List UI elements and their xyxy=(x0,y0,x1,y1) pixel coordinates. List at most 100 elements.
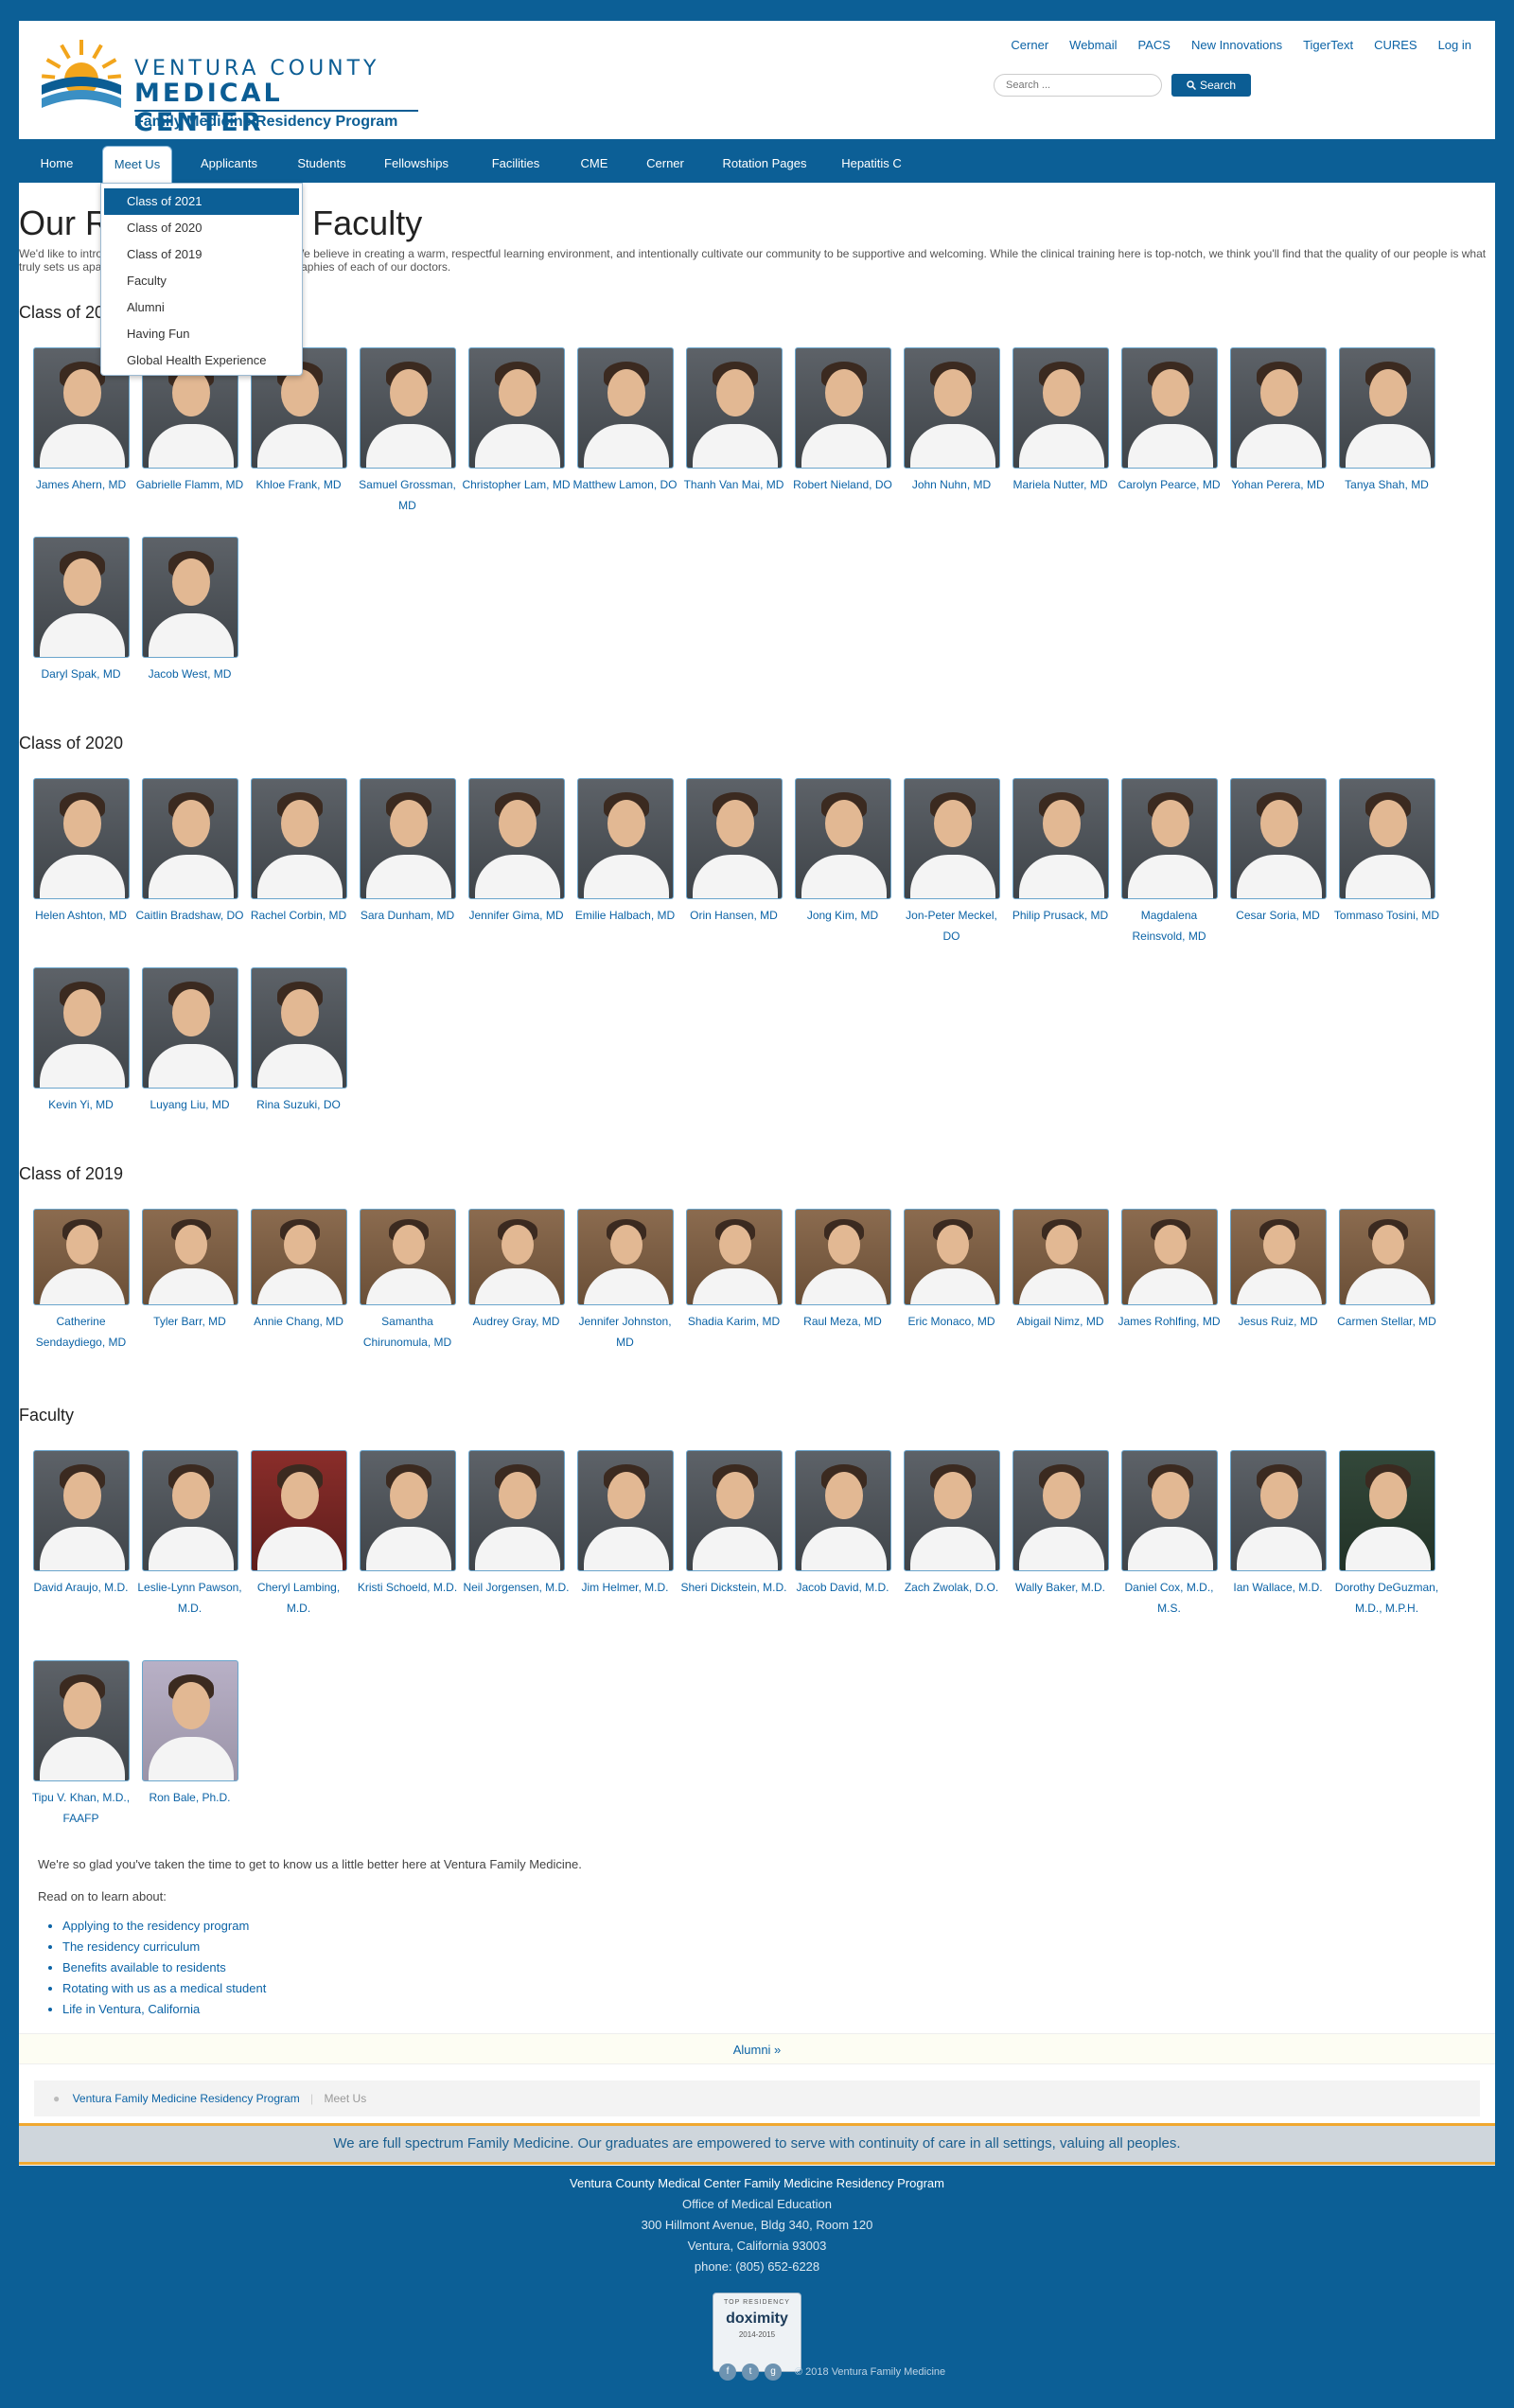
person-name[interactable]: Jennifer Gima, MD xyxy=(462,905,571,926)
person-name[interactable]: Sara Dunham, MD xyxy=(353,905,462,926)
person-card[interactable]: Carolyn Pearce, MD xyxy=(1115,347,1224,495)
person-name[interactable]: Ron Bale, Ph.D. xyxy=(135,1787,244,1808)
person-card[interactable]: Ian Wallace, M.D. xyxy=(1224,1450,1332,1598)
person-card[interactable]: Magdalena Reinsvold, MD xyxy=(1115,778,1224,947)
person-photo[interactable] xyxy=(1120,347,1218,469)
person-name[interactable]: Philip Prusack, MD xyxy=(1006,905,1115,926)
site-logo[interactable]: VENTURA COUNTY MEDICAL CENTER Family Med… xyxy=(40,36,418,137)
person-photo[interactable] xyxy=(467,1450,565,1571)
person-card[interactable]: Ron Bale, Ph.D. xyxy=(135,1660,244,1808)
person-name[interactable]: Samuel Grossman, MD xyxy=(353,474,462,516)
person-card[interactable]: Catherine Sendaydiego, MD xyxy=(26,1209,135,1353)
person-name[interactable]: John Nuhn, MD xyxy=(897,474,1006,495)
person-photo[interactable] xyxy=(1012,778,1109,899)
person-name[interactable]: Jon-Peter Meckel, DO xyxy=(897,905,1006,947)
person-photo[interactable] xyxy=(1229,347,1327,469)
person-name[interactable]: Neil Jorgensen, M.D. xyxy=(462,1577,571,1598)
person-name[interactable]: Carmen Stellar, MD xyxy=(1332,1311,1441,1332)
person-card[interactable]: Jacob David, M.D. xyxy=(788,1450,897,1598)
search-button[interactable]: Search xyxy=(1171,74,1251,97)
person-card[interactable]: Yohan Perera, MD xyxy=(1224,347,1332,495)
nav-item-applicants[interactable]: Applicants xyxy=(187,145,271,183)
person-photo[interactable] xyxy=(359,1450,456,1571)
person-name[interactable]: Ian Wallace, M.D. xyxy=(1224,1577,1332,1598)
person-card[interactable]: Luyang Liu, MD xyxy=(135,967,244,1115)
person-card[interactable]: Rina Suzuki, DO xyxy=(244,967,353,1115)
person-name[interactable]: Carolyn Pearce, MD xyxy=(1115,474,1224,495)
outro-link-rotating[interactable]: Rotating with us as a medical student xyxy=(62,1978,1457,1999)
person-photo[interactable] xyxy=(32,1450,130,1571)
person-photo[interactable] xyxy=(250,1209,347,1305)
search-input[interactable] xyxy=(994,74,1162,97)
person-card[interactable]: Tyler Barr, MD xyxy=(135,1209,244,1332)
person-card[interactable]: Cheryl Lambing, M.D. xyxy=(244,1450,353,1619)
person-name[interactable]: Kristi Schoeld, M.D. xyxy=(353,1577,462,1598)
dropdown-item-class-2019[interactable]: Class of 2019 xyxy=(104,241,299,268)
nav-item-rotation-pages[interactable]: Rotation Pages xyxy=(712,145,818,183)
person-name[interactable]: Jacob David, M.D. xyxy=(788,1577,897,1598)
person-card[interactable]: Zach Zwolak, D.O. xyxy=(897,1450,1006,1598)
person-photo[interactable] xyxy=(141,967,238,1089)
person-card[interactable]: Daryl Spak, MD xyxy=(26,537,135,684)
person-card[interactable]: John Nuhn, MD xyxy=(897,347,1006,495)
person-name[interactable]: Abigail Nimz, MD xyxy=(1006,1311,1115,1332)
person-card[interactable]: Cesar Soria, MD xyxy=(1224,778,1332,926)
person-card[interactable]: Raul Meza, MD xyxy=(788,1209,897,1332)
person-card[interactable]: Carmen Stellar, MD xyxy=(1332,1209,1441,1332)
person-name[interactable]: Helen Ashton, MD xyxy=(26,905,135,926)
person-card[interactable]: Caitlin Bradshaw, DO xyxy=(135,778,244,926)
person-name[interactable]: Jong Kim, MD xyxy=(788,905,897,926)
person-photo[interactable] xyxy=(903,1450,1000,1571)
dropdown-item-alumni[interactable]: Alumni xyxy=(104,294,299,321)
person-name[interactable]: Audrey Gray, MD xyxy=(462,1311,571,1332)
person-name[interactable]: Catherine Sendaydiego, MD xyxy=(26,1311,135,1353)
person-card[interactable]: James Rohlfing, MD xyxy=(1115,1209,1224,1332)
person-name[interactable]: James Rohlfing, MD xyxy=(1115,1311,1224,1332)
person-name[interactable]: Christopher Lam, MD xyxy=(462,474,571,495)
person-name[interactable]: Magdalena Reinsvold, MD xyxy=(1115,905,1224,947)
person-name[interactable]: David Araujo, M.D. xyxy=(26,1577,135,1598)
outro-link-applying[interactable]: Applying to the residency program xyxy=(62,1916,1457,1937)
person-card[interactable]: Christopher Lam, MD xyxy=(462,347,571,495)
person-photo[interactable] xyxy=(32,1660,130,1781)
person-photo[interactable] xyxy=(141,1660,238,1781)
person-photo[interactable] xyxy=(1012,347,1109,469)
person-card[interactable]: Philip Prusack, MD xyxy=(1006,778,1115,926)
top-link-new-innovations[interactable]: New Innovations xyxy=(1191,38,1282,52)
person-card[interactable]: Jennifer Johnston, MD xyxy=(571,1209,679,1353)
twitter-icon[interactable]: t xyxy=(742,2364,759,2381)
person-photo[interactable] xyxy=(1338,347,1435,469)
nav-item-home[interactable]: Home xyxy=(25,145,89,183)
person-card[interactable]: Helen Ashton, MD xyxy=(26,778,135,926)
person-name[interactable]: Shadia Karim, MD xyxy=(679,1311,788,1332)
dropdown-item-class-2021[interactable]: Class of 2021 xyxy=(104,188,299,215)
person-photo[interactable] xyxy=(250,1450,347,1571)
person-card[interactable]: Daniel Cox, M.D., M.S. xyxy=(1115,1450,1224,1619)
person-card[interactable]: Sheri Dickstein, M.D. xyxy=(679,1450,788,1598)
person-name[interactable]: Dorothy DeGuzman, M.D., M.P.H. xyxy=(1332,1577,1441,1619)
person-card[interactable]: Matthew Lamon, DO xyxy=(571,347,679,495)
person-name[interactable]: Leslie-Lynn Pawson, M.D. xyxy=(135,1577,244,1619)
person-name[interactable]: Orin Hansen, MD xyxy=(679,905,788,926)
person-card[interactable]: Jim Helmer, M.D. xyxy=(571,1450,679,1598)
nav-item-meet-us[interactable]: Meet Us xyxy=(102,146,172,183)
person-name[interactable]: Jesus Ruiz, MD xyxy=(1224,1311,1332,1332)
person-photo[interactable] xyxy=(1229,1450,1327,1571)
person-photo[interactable] xyxy=(1229,778,1327,899)
person-card[interactable]: Orin Hansen, MD xyxy=(679,778,788,926)
person-photo[interactable] xyxy=(467,1209,565,1305)
person-card[interactable]: Tipu V. Khan, M.D., FAAFP xyxy=(26,1660,135,1829)
person-name[interactable]: Jacob West, MD xyxy=(135,664,244,684)
top-link-login[interactable]: Log in xyxy=(1438,38,1471,52)
person-name[interactable]: Rachel Corbin, MD xyxy=(244,905,353,926)
person-card[interactable]: Neil Jorgensen, M.D. xyxy=(462,1450,571,1598)
person-photo[interactable] xyxy=(467,347,565,469)
person-name[interactable]: Sheri Dickstein, M.D. xyxy=(679,1577,788,1598)
person-photo[interactable] xyxy=(794,1209,891,1305)
person-photo[interactable] xyxy=(903,347,1000,469)
person-name[interactable]: Robert Nieland, DO xyxy=(788,474,897,495)
dropdown-item-having-fun[interactable]: Having Fun xyxy=(104,321,299,347)
person-card[interactable]: Eric Monaco, MD xyxy=(897,1209,1006,1332)
person-photo[interactable] xyxy=(141,1209,238,1305)
person-photo[interactable] xyxy=(1012,1209,1109,1305)
